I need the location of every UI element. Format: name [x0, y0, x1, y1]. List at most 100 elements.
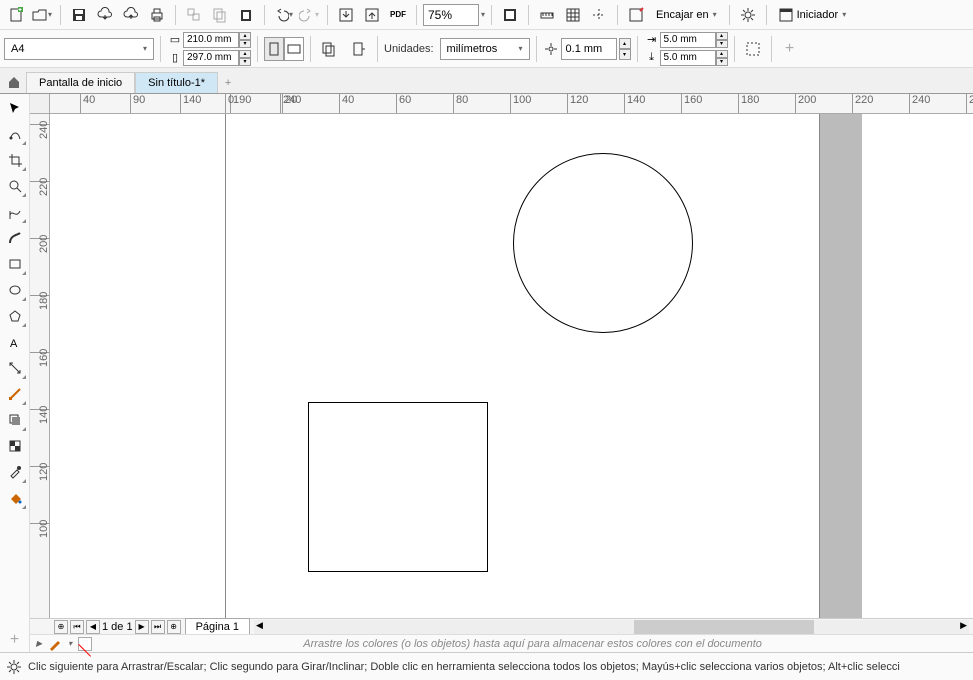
dup-x-icon: ⇥ — [644, 33, 660, 46]
connector-tool[interactable] — [3, 382, 27, 406]
dup-x-input[interactable] — [660, 32, 716, 48]
dimension-tool[interactable] — [3, 356, 27, 380]
horizontal-scrollbar[interactable]: ◀ ▶ — [254, 620, 969, 634]
tab-home[interactable]: Pantalla de inicio — [26, 72, 135, 93]
spin-down[interactable]: ▾ — [239, 40, 251, 48]
nudge-input[interactable] — [561, 38, 617, 60]
text-tool[interactable]: A — [3, 330, 27, 354]
copy-icon[interactable] — [208, 3, 232, 27]
spin-down[interactable]: ▾ — [239, 58, 251, 66]
grid-icon[interactable] — [561, 3, 585, 27]
no-color-swatch[interactable] — [78, 637, 92, 651]
transparency-tool[interactable] — [3, 434, 27, 458]
palette-dropdown-icon[interactable]: ▾ — [68, 639, 72, 648]
spin-up[interactable]: ▴ — [239, 32, 251, 40]
rectangle-tool[interactable] — [3, 252, 27, 276]
rectangle-object[interactable] — [308, 402, 488, 572]
page-shadow — [820, 114, 862, 618]
page-width-input[interactable] — [183, 32, 239, 48]
ruler-corner[interactable] — [30, 94, 50, 114]
dup-y-input[interactable] — [660, 50, 716, 66]
status-text: Clic siguiente para Arrastrar/Escalar; C… — [28, 661, 900, 673]
palette-chevron-icon[interactable]: ▶ — [36, 639, 42, 648]
current-page-icon[interactable] — [347, 37, 371, 61]
horizontal-ruler[interactable]: 40 90 140 190 240 0 20 40 60 80 100 120 … — [50, 94, 973, 114]
new-icon[interactable] — [4, 3, 28, 27]
page-counter: 1 de 1 — [102, 621, 133, 633]
ellipse-tool[interactable] — [3, 278, 27, 302]
ellipse-object[interactable] — [513, 153, 693, 333]
gear-icon[interactable] — [736, 3, 760, 27]
polygon-tool[interactable] — [3, 304, 27, 328]
spin-up[interactable]: ▴ — [716, 50, 728, 58]
zoom-input[interactable] — [423, 4, 479, 26]
guidelines-icon[interactable] — [587, 3, 611, 27]
zoom-chevron-icon[interactable]: ▾ — [481, 10, 485, 19]
redo-icon[interactable]: ▾ — [297, 3, 321, 27]
spin-down[interactable]: ▾ — [619, 49, 631, 60]
cloud-up-icon[interactable] — [119, 3, 143, 27]
treat-as-filled-icon[interactable] — [741, 37, 765, 61]
gear-icon[interactable] — [6, 659, 22, 675]
document-palette: ▶ ▾ Arrastre los colores (o los objetos)… — [30, 634, 973, 652]
cloud-down-icon[interactable] — [93, 3, 117, 27]
zoom-tool[interactable] — [3, 174, 27, 198]
next-page-button[interactable]: ▶ — [135, 620, 149, 634]
spin-up[interactable]: ▴ — [619, 38, 631, 49]
crop-tool[interactable] — [3, 148, 27, 172]
drawing-canvas[interactable] — [50, 114, 973, 618]
vertical-ruler[interactable]: 240 220 200 180 160 140 120 100 — [30, 114, 50, 618]
options-icon[interactable] — [624, 3, 648, 27]
scrollbar-thumb[interactable] — [634, 620, 814, 634]
spin-up[interactable]: ▴ — [716, 32, 728, 40]
palette-pen-icon[interactable] — [48, 637, 62, 651]
new-tab-button[interactable]: + — [218, 73, 238, 93]
spin-up[interactable]: ▴ — [239, 50, 251, 58]
page-dimensions: ▭▴▾ ▯▴▾ — [167, 32, 251, 66]
fullscreen-icon[interactable] — [498, 3, 522, 27]
spin-down[interactable]: ▾ — [716, 40, 728, 48]
all-pages-icon[interactable] — [317, 37, 341, 61]
page-tab[interactable]: Página 1 — [185, 618, 250, 635]
snap-rulers-icon[interactable] — [535, 3, 559, 27]
tab-document[interactable]: Sin título-1* — [135, 72, 218, 93]
shape-tool[interactable] — [3, 122, 27, 146]
add-page-after-icon[interactable]: ⊕ — [167, 620, 181, 634]
open-icon[interactable]: ▾ — [30, 3, 54, 27]
cut-icon[interactable] — [182, 3, 206, 27]
last-page-button[interactable]: ⏭ — [151, 620, 165, 634]
add-icon[interactable]: + — [778, 37, 802, 61]
undo-icon[interactable]: ▾ — [271, 3, 295, 27]
page-size-combo[interactable]: A4▾ — [4, 38, 154, 60]
freehand-tool[interactable] — [3, 200, 27, 224]
eyedropper-tool[interactable] — [3, 460, 27, 484]
pdf-icon[interactable]: PDF — [386, 3, 410, 27]
pick-tool[interactable] — [3, 96, 27, 120]
duplicate-offset: ⇥▴▾ ⤓▴▾ — [644, 32, 728, 66]
artistic-media-tool[interactable] — [3, 226, 27, 250]
import-icon[interactable] — [334, 3, 358, 27]
print-icon[interactable] — [145, 3, 169, 27]
home-icon[interactable] — [2, 71, 26, 93]
status-bar: Clic siguiente para Arrastrar/Escalar; C… — [0, 652, 973, 680]
page-height-input[interactable] — [183, 50, 239, 66]
paste-icon[interactable] — [234, 3, 258, 27]
add-page-icon[interactable]: ⊕ — [54, 620, 68, 634]
dup-y-icon: ⤓ — [644, 51, 660, 64]
first-page-button[interactable]: ⏮ — [70, 620, 84, 634]
fill-tool[interactable] — [3, 486, 27, 510]
save-icon[interactable] — [67, 3, 91, 27]
drop-shadow-tool[interactable] — [3, 408, 27, 432]
export-icon[interactable] — [360, 3, 384, 27]
add-tool-button[interactable]: + — [3, 628, 27, 652]
page-size-value: A4 — [11, 43, 24, 55]
portrait-button[interactable] — [264, 37, 284, 61]
width-icon: ▭ — [167, 33, 183, 46]
encajar-button[interactable]: Encajar en▾ — [650, 3, 723, 27]
units-combo[interactable]: milímetros▾ — [440, 38, 530, 60]
iniciador-label: Iniciador — [797, 9, 839, 21]
iniciador-button[interactable]: Iniciador▾ — [773, 3, 853, 27]
landscape-button[interactable] — [284, 37, 304, 61]
spin-down[interactable]: ▾ — [716, 58, 728, 66]
prev-page-button[interactable]: ◀ — [86, 620, 100, 634]
